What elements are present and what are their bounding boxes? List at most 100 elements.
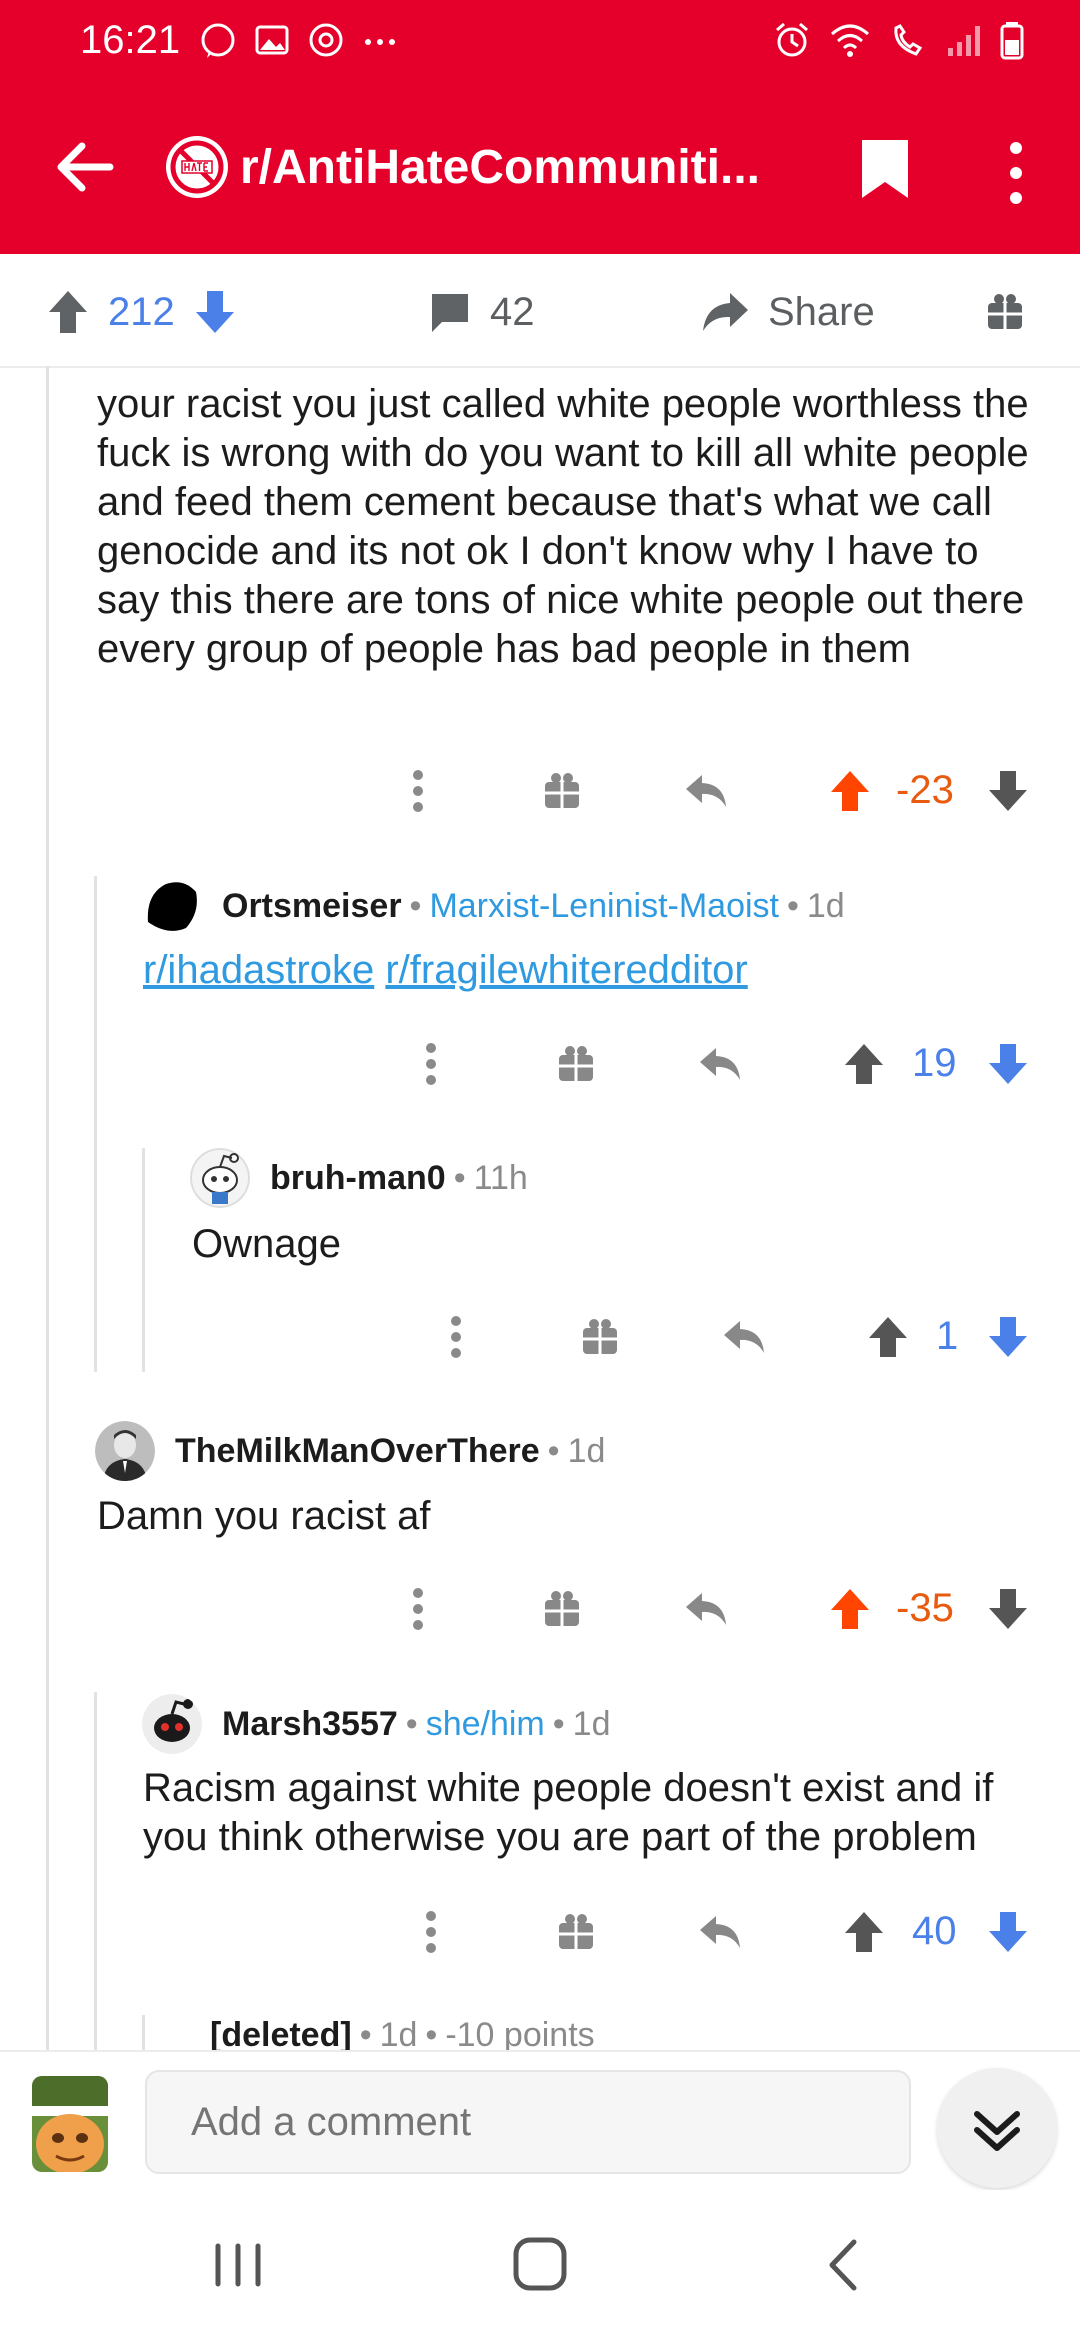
back-nav-icon[interactable]: [802, 2230, 882, 2300]
comment-upvote-button[interactable]: [866, 1302, 910, 1372]
subreddit-icon[interactable]: [166, 136, 228, 198]
reply-arrow-icon: [724, 1321, 764, 1353]
comment-award-button[interactable]: [554, 1029, 598, 1099]
comment-reply-button[interactable]: [682, 756, 732, 826]
subreddit-title[interactable]: r/AntiHateCommuniti...: [240, 140, 760, 195]
separator-dot: •: [547, 1431, 560, 1470]
comment-time: 11h: [473, 1158, 528, 1197]
my-avatar[interactable]: [32, 2076, 108, 2172]
user-avatar-icon: [142, 876, 202, 936]
upvote-icon: [869, 1317, 907, 1357]
comment-score: 40: [912, 1909, 957, 1953]
snoo-avatar-icon: [142, 1694, 202, 1754]
comment-author[interactable]: Marsh3557: [222, 1705, 398, 1744]
avatar[interactable]: [190, 1148, 250, 1208]
gift-icon: [559, 1046, 593, 1081]
status-notification-icons: [198, 20, 400, 60]
share-arrow-icon: [703, 293, 748, 331]
subreddit-link[interactable]: r/ihadastroke: [143, 948, 374, 992]
comment-award-button[interactable]: [554, 1897, 598, 1967]
comment-upvote-button[interactable]: [828, 756, 872, 826]
comment-upvote-button[interactable]: [828, 1574, 872, 1644]
more-dots-icon: [413, 770, 423, 812]
comment-award-button[interactable]: [540, 756, 584, 826]
downvote-icon: [989, 1044, 1027, 1084]
comment-actions: -23: [0, 756, 1080, 826]
wifi-calling-icon: [894, 24, 923, 56]
comment-downvote-button[interactable]: [986, 1302, 1030, 1372]
downvote-icon: [989, 1912, 1027, 1952]
comment-body: your racist you just called white people…: [97, 382, 1029, 671]
comment-bubble-icon: [432, 294, 468, 332]
comment-time: 1d: [572, 1704, 611, 1743]
comment-reply-button[interactable]: [720, 1302, 770, 1372]
collapse-threads-button[interactable]: [937, 2068, 1057, 2188]
avatar[interactable]: [142, 876, 202, 936]
comment-author[interactable]: Ortsmeiser: [222, 887, 402, 926]
avatar[interactable]: [95, 1421, 155, 1481]
comment-more-button[interactable]: [411, 1029, 451, 1099]
subreddit-link[interactable]: r/fragilewhiteredditor: [385, 948, 747, 992]
comment-time: 1d: [806, 886, 845, 925]
bookmark-icon[interactable]: [858, 136, 912, 202]
comment: [deleted] • 1d • -10 points: [0, 1990, 1080, 2050]
comment-header: TheMilkManOverThere • 1d: [95, 1421, 605, 1481]
home-icon[interactable]: [500, 2230, 580, 2300]
avatar[interactable]: [142, 1694, 202, 1754]
comment-body: r/ihadastroke r/fragilewhiteredditor: [143, 946, 1043, 995]
separator-dot: •: [786, 886, 799, 925]
downvote-icon[interactable]: [193, 288, 237, 336]
thread-line[interactable]: [94, 876, 97, 1372]
comment-downvote-button[interactable]: [986, 1029, 1030, 1099]
comment-upvote-button[interactable]: [842, 1897, 886, 1967]
comment-actions: 40: [0, 1897, 1080, 1967]
gift-icon: [988, 294, 1022, 329]
share-button[interactable]: Share: [700, 282, 875, 342]
comment-author[interactable]: bruh-man0: [270, 1159, 446, 1198]
comment-input[interactable]: [145, 2070, 911, 2174]
more-dots-icon: [451, 1316, 461, 1358]
comment-author[interactable]: TheMilkManOverThere: [175, 1432, 540, 1471]
separator-dot: •: [405, 1704, 418, 1743]
comment-header: bruh-man0 • 11h: [190, 1148, 528, 1208]
comment-more-button[interactable]: [398, 756, 438, 826]
more-options-icon[interactable]: [996, 138, 1036, 208]
upvote-icon[interactable]: [46, 288, 90, 336]
double-chevron-down-icon: [974, 2111, 1020, 2151]
share-label: Share: [768, 289, 875, 334]
comment-reply-button[interactable]: [696, 1897, 746, 1967]
upvote-icon: [845, 1044, 883, 1084]
comment-points: -10 points: [445, 2016, 595, 2050]
comment-downvote-button[interactable]: [986, 756, 1030, 826]
comment-award-button[interactable]: [578, 1302, 622, 1372]
comment-downvote-button[interactable]: [986, 1897, 1030, 1967]
comment-more-button[interactable]: [398, 1574, 438, 1644]
comment-more-button[interactable]: [411, 1897, 451, 1967]
comment-score: -23: [896, 768, 954, 812]
comment-reply-button[interactable]: [696, 1029, 746, 1099]
comment-award-button[interactable]: [540, 1574, 584, 1644]
comment-composer: [0, 2050, 1080, 2188]
comment-upvote-button[interactable]: [842, 1029, 886, 1099]
comment-more-button[interactable]: [436, 1302, 476, 1372]
award-button[interactable]: [985, 282, 1025, 342]
app-bar: 16:21 r/AntiHateCommuniti...: [0, 0, 1080, 254]
gift-icon: [545, 1591, 579, 1626]
gift-icon: [583, 1319, 617, 1354]
user-flair: Marxist-Leninist-Maoist: [429, 886, 779, 925]
comment-reply-button[interactable]: [682, 1574, 732, 1644]
comments-button[interactable]: 42: [428, 282, 535, 342]
thread-line[interactable]: [46, 366, 49, 2050]
reply-arrow-icon: [700, 1048, 740, 1080]
comment-header: [deleted] • 1d • -10 points: [210, 2016, 595, 2050]
more-notifications-icon: [365, 39, 395, 45]
back-arrow-icon[interactable]: [50, 132, 120, 202]
comment-score: 19: [912, 1041, 957, 1085]
more-dots-icon: [413, 1588, 423, 1630]
user-flair: she/him: [425, 1704, 545, 1743]
downvote-icon: [989, 771, 1027, 811]
comment-downvote-button[interactable]: [986, 1574, 1030, 1644]
recent-apps-icon[interactable]: [198, 2230, 278, 2300]
downvote-icon: [989, 1589, 1027, 1629]
separator-dot: •: [425, 2016, 438, 2050]
